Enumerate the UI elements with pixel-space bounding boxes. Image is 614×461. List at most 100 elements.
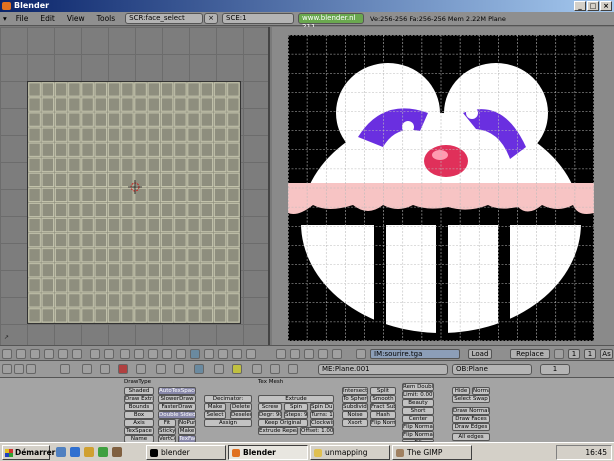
all-edges-button[interactable]: All edges: [452, 433, 490, 441]
mesh-icon[interactable]: [134, 349, 144, 359]
autotexspace-button[interactable]: AutoTexSpace: [158, 387, 196, 395]
image-tile-y-field[interactable]: 1: [584, 349, 596, 359]
uv-face-texture[interactable]: [288, 35, 594, 341]
vgroup-delete-button[interactable]: Delete: [230, 403, 252, 411]
keep-original-button[interactable]: Keep Original: [258, 419, 308, 427]
task-gimp[interactable]: The GIMP: [392, 445, 472, 460]
buttons-anim-icon[interactable]: [156, 364, 166, 374]
noise-button[interactable]: Noise: [342, 411, 368, 419]
object-name-field[interactable]: OB:Plane: [452, 364, 532, 375]
view-icon[interactable]: [30, 349, 40, 359]
subdivide-button[interactable]: Subdivide: [342, 403, 368, 411]
short-button[interactable]: Short: [402, 407, 434, 415]
minimize-button[interactable]: _: [574, 1, 586, 11]
buttons-type-icon[interactable]: [2, 364, 12, 374]
menu-tools[interactable]: Tools: [91, 14, 121, 23]
globe-icon[interactable]: [246, 349, 256, 359]
nopuno-button[interactable]: NoPuno: [178, 419, 196, 427]
image-window-type-icon[interactable]: [276, 349, 286, 359]
maximize-button[interactable]: □: [587, 1, 599, 11]
normal-button[interactable]: Normal: [472, 387, 490, 395]
sticky-button[interactable]: Sticky: [158, 427, 176, 435]
steps-field[interactable]: Steps: 9: [284, 411, 308, 419]
vgroup-deselect-button[interactable]: Deselect: [230, 411, 252, 419]
render-icon[interactable]: [232, 349, 242, 359]
flip-normals-button-2[interactable]: Flip Normals: [402, 431, 434, 439]
3d-viewport[interactable]: ↗: [0, 27, 270, 345]
select-swap-button[interactable]: Select Swap: [452, 395, 490, 403]
box-button[interactable]: Box: [124, 411, 154, 419]
image-home-icon[interactable]: [304, 349, 314, 359]
image-tile-icon[interactable]: [554, 349, 564, 359]
spin-button[interactable]: Spin: [284, 403, 308, 411]
image-replace-button[interactable]: Replace: [510, 349, 550, 359]
buttons-world-icon[interactable]: [174, 364, 184, 374]
draw-normals-button[interactable]: Draw Normals: [452, 407, 490, 415]
turns-field[interactable]: Turns: 1: [310, 411, 334, 419]
mesh-name-field[interactable]: ME:Plane.001: [318, 364, 448, 375]
make-button-2[interactable]: Make: [178, 427, 196, 435]
axis-button[interactable]: Axis: [124, 419, 154, 427]
layer-icon[interactable]: [16, 349, 26, 359]
extrude-repeat-button[interactable]: Extrude Repeat: [258, 427, 298, 435]
buttons-lamp-icon[interactable]: [100, 364, 110, 374]
face-icon[interactable]: [176, 349, 186, 359]
image-zoom-icon[interactable]: [290, 349, 300, 359]
intersect-button[interactable]: Intersect: [342, 387, 368, 395]
move-icon[interactable]: [90, 349, 100, 359]
task-blender-dos[interactable]: blender: [146, 445, 226, 460]
buttons-script-icon[interactable]: [252, 364, 262, 374]
shaded-button[interactable]: Shaded: [124, 387, 154, 395]
decimator-field[interactable]: Decimator:: [204, 395, 252, 403]
menu-view[interactable]: View: [61, 14, 91, 23]
image-name-field[interactable]: IM:sourire.tga: [370, 349, 460, 359]
rem-doubles-button[interactable]: Rem Doubles: [402, 383, 434, 391]
flip-normals-button[interactable]: Flip Normals: [370, 419, 396, 427]
buttons-render-icon[interactable]: [270, 364, 280, 374]
hide-button[interactable]: Hide: [452, 387, 470, 395]
texture-icon[interactable]: [218, 349, 228, 359]
image-load-button[interactable]: Load: [468, 349, 492, 359]
close-button[interactable]: ×: [600, 1, 612, 11]
scene-selector[interactable]: SCE:1: [222, 13, 295, 24]
buttons-view-icon[interactable]: [14, 364, 24, 374]
vgroup-new-button[interactable]: Make: [204, 403, 226, 411]
buttons-material-icon[interactable]: [118, 364, 128, 374]
split-button[interactable]: Split: [370, 387, 396, 395]
clockwise-button[interactable]: Clockwise: [310, 419, 334, 427]
offset-field[interactable]: Offset: 1.000: [300, 427, 334, 435]
zoom-icon[interactable]: [72, 349, 82, 359]
quicklaunch-desktop-icon[interactable]: [56, 447, 66, 457]
quicklaunch-extra-icon[interactable]: [112, 447, 122, 457]
image-browse-icon[interactable]: [356, 349, 366, 359]
to-sphere-button[interactable]: To Sphere: [342, 395, 368, 403]
spin-dup-button[interactable]: Spin Dup: [310, 403, 334, 411]
frame-field[interactable]: 1: [540, 364, 570, 375]
texspace-button[interactable]: TexSpace: [124, 427, 154, 435]
quicklaunch-app-icon[interactable]: [98, 447, 108, 457]
start-button[interactable]: Démarrer: [2, 445, 55, 460]
task-blender[interactable]: Blender: [228, 445, 308, 460]
edge-icon[interactable]: [162, 349, 172, 359]
task-unmapping[interactable]: unmapping: [310, 445, 390, 460]
buttons-radio-icon[interactable]: [232, 364, 242, 374]
vgroup-select-button[interactable]: Select: [204, 411, 226, 419]
double-sided-button[interactable]: Double Sided: [158, 411, 196, 419]
extrude-button[interactable]: Extrude: [258, 395, 334, 403]
draw-extra-button[interactable]: Draw Extra: [124, 395, 154, 403]
image-pin-icon[interactable]: [318, 349, 328, 359]
draw-edges-button[interactable]: Draw Edges: [452, 423, 490, 431]
center-button[interactable]: Center: [402, 415, 434, 423]
image-window[interactable]: [272, 27, 614, 345]
screen-selector[interactable]: SCR:face_select: [125, 13, 204, 24]
magnet-icon[interactable]: [120, 349, 130, 359]
quicklaunch-ie-icon[interactable]: [70, 447, 80, 457]
ortho-icon[interactable]: [58, 349, 68, 359]
rotate-icon[interactable]: [104, 349, 114, 359]
degr-field[interactable]: Degr: 90: [258, 411, 282, 419]
shade-icon[interactable]: [190, 349, 200, 359]
menu-edit[interactable]: Edit: [34, 14, 61, 23]
screw-button[interactable]: Screw: [258, 403, 282, 411]
fit-button[interactable]: Fit: [158, 419, 176, 427]
screen-close-button[interactable]: ×: [204, 13, 219, 24]
